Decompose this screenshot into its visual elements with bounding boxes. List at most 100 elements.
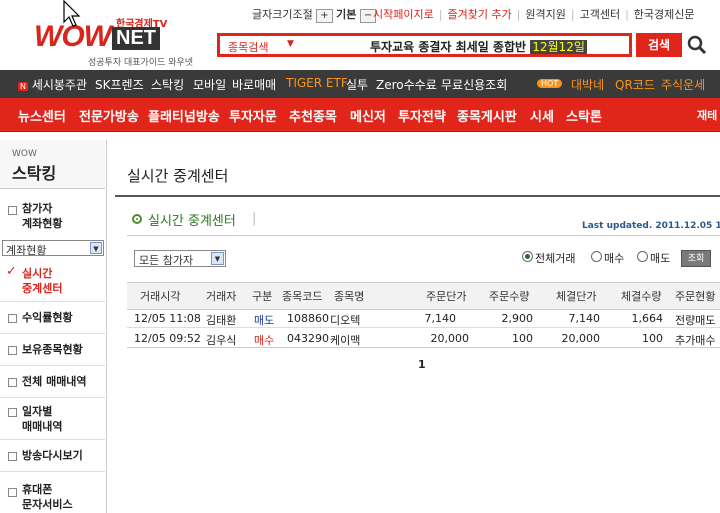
top-menu-bar: N 세시봉주관 SK프렌즈 스탁킹 모바일 바로매매 TIGER ETF 실투 …: [0, 70, 720, 98]
chevron-down-icon[interactable]: ▼: [90, 242, 102, 254]
search-promo-text[interactable]: 투자교육 종결자 최세일 종합반 12월12일: [370, 38, 587, 55]
cell-exec-price: 7,140: [568, 312, 601, 325]
sidebar-bullet-icon: [8, 346, 17, 355]
pagination-page[interactable]: 1: [418, 358, 426, 371]
nav2-platinum[interactable]: 플래티넘방송: [148, 106, 220, 125]
section-title: 실시간 중계센터: [148, 214, 236, 229]
link-bookmark[interactable]: 즐겨찾기 추가: [447, 8, 511, 21]
sidebar-item-all-trades[interactable]: 전체 매매내역: [0, 366, 105, 398]
sidebar: WOW 스탁킹 참가자 계좌현황 계좌현황 ▼ ✓ 실시간 중계센터 수익률현황…: [0, 140, 107, 513]
link-remote-support[interactable]: 원격지원: [525, 8, 565, 21]
nav2-recommend[interactable]: 추천종목: [289, 106, 337, 125]
nav-item-direct-trade[interactable]: 바로매매: [232, 76, 276, 93]
radio-all-label[interactable]: 전체거래: [535, 250, 575, 266]
nav-item-skfriends[interactable]: SK프렌즈: [95, 76, 144, 93]
cell-name[interactable]: 디오텍: [330, 312, 360, 328]
radio-all[interactable]: [522, 251, 533, 262]
cell-time: 12/05 09:52: [134, 332, 201, 345]
link-start-page[interactable]: 시작페이지로: [373, 8, 434, 21]
sidebar-item-accounts[interactable]: 참가자 계좌현황: [0, 197, 105, 237]
utility-links: 시작페이지로 | 즐겨찾기 추가 | 원격지원 | 고객센터 | 한국경제신문: [373, 8, 695, 21]
title-divider: [115, 195, 720, 197]
cell-trader[interactable]: 김우식: [206, 332, 236, 348]
search-category[interactable]: 종목검색: [228, 39, 268, 55]
font-default-button[interactable]: 기본: [336, 8, 356, 21]
font-plus-button[interactable]: +: [316, 9, 333, 23]
nav2-quotes[interactable]: 시세: [530, 106, 554, 125]
sidebar-wow: WOW: [12, 149, 37, 159]
nav-item-daebak[interactable]: 대박네: [571, 76, 604, 93]
nav-item-zero-fee[interactable]: Zero수수료: [376, 76, 437, 93]
sidebar-item-live-center[interactable]: ✓ 실시간 중계센터: [0, 262, 105, 302]
nav2-board[interactable]: 종목게시판: [457, 106, 517, 125]
nav2-stockloan[interactable]: 스탁론: [566, 106, 602, 125]
nav2-messenger[interactable]: 메신저: [350, 106, 386, 125]
radio-buy[interactable]: [591, 251, 602, 262]
nav2-finance[interactable]: 재테: [697, 107, 717, 123]
hot-badge: HOT: [537, 79, 563, 88]
search-box[interactable]: 종목검색 ▼ 투자교육 종결자 최세일 종합반 12월12일: [217, 33, 632, 57]
last-updated: Last updated. 2011.12.05 11:18: [582, 221, 720, 231]
section-separator: |: [252, 211, 257, 226]
main-menu-bar: 뉴스센터 전문가방송 플래티넘방송 투자자문 추천종목 메신저 투자전략 종목게…: [0, 98, 720, 132]
cell-exec-price: 20,000: [561, 332, 601, 345]
radio-sell-label[interactable]: 매도: [650, 250, 670, 266]
search-button[interactable]: 검색: [636, 33, 682, 57]
radio-buy-label[interactable]: 매수: [604, 250, 624, 266]
logo-net[interactable]: NET: [112, 27, 160, 50]
chevron-down-icon[interactable]: ▼: [211, 252, 224, 265]
search-category-arrow-icon[interactable]: ▼: [287, 39, 294, 49]
nav-item-stockking[interactable]: 스탁킹: [151, 76, 184, 93]
col-exec-price: 체결단가: [556, 290, 597, 303]
nav2-expert-broadcast[interactable]: 전문가방송: [79, 106, 139, 125]
nav2-bottom-line: [0, 131, 720, 132]
col-status: 주문현황: [675, 290, 716, 303]
sidebar-bullet-icon: [8, 452, 17, 461]
nav-item-qrcode[interactable]: QR코드: [615, 76, 655, 93]
nav-item-sesibong[interactable]: N 세시봉주관: [18, 76, 87, 93]
sidebar-bullet-icon: [8, 488, 17, 497]
magnifier-icon[interactable]: [686, 34, 708, 56]
nav-item-mobile[interactable]: 모바일: [193, 76, 226, 93]
font-size-label: 글자크기조절: [252, 8, 313, 21]
link-customer-center[interactable]: 고객센터: [580, 8, 620, 21]
nav2-news-center[interactable]: 뉴스센터: [18, 106, 66, 125]
sidebar-item-label: 전체 매매내역: [22, 375, 87, 388]
cell-trader[interactable]: 김태환: [206, 312, 236, 328]
cell-name[interactable]: 케이맥: [330, 332, 360, 348]
participant-select[interactable]: 모든 참가자 ▼: [134, 250, 226, 267]
col-order-qty: 주문수량: [489, 290, 530, 303]
sidebar-item-sms[interactable]: 휴대폰 문자서비스: [0, 472, 105, 513]
col-time: 거래시각: [140, 290, 181, 303]
col-code: 종목코드: [282, 290, 323, 303]
sidebar-item-label: 일자별 매매내역: [22, 405, 63, 433]
link-hankyung[interactable]: 한국경제신문: [634, 8, 695, 21]
cell-time: 12/05 11:08: [134, 312, 201, 325]
mouse-cursor-icon: [63, 0, 81, 27]
radio-sell[interactable]: [637, 251, 648, 262]
cell-exec-qty: 1,664: [631, 312, 664, 325]
cell-order-qty: 2,900: [501, 312, 534, 325]
col-name: 종목명: [334, 290, 365, 303]
nav2-advisory[interactable]: 투자자문: [229, 106, 277, 125]
cell-status: 추가매수: [675, 334, 716, 347]
row-divider: [127, 327, 720, 328]
cell-type: 매도: [254, 314, 275, 327]
sidebar-bullet-icon: [8, 206, 17, 215]
sidebar-item-daily-trades[interactable]: 일자별 매매내역: [0, 398, 105, 440]
col-trader: 거래자: [206, 290, 237, 303]
nav-item-tiger-etf[interactable]: TIGER ETF: [286, 76, 348, 90]
query-button[interactable]: 조회: [681, 250, 711, 267]
cell-order-qty: 100: [512, 332, 533, 345]
sidebar-item-holdings[interactable]: 보유종목현황: [0, 334, 105, 366]
nav-item-free-credit[interactable]: 무료신용조회: [441, 76, 507, 93]
sidebar-title: 스탁킹: [12, 164, 57, 183]
sidebar-item-returns[interactable]: 수익률현황: [0, 302, 105, 334]
section-bullet-icon: [132, 214, 142, 224]
sidebar-item-replay[interactable]: 방송다시보기: [0, 440, 105, 472]
nav2-strategy[interactable]: 투자전략: [398, 106, 446, 125]
nav-item-realtrade[interactable]: 실투: [346, 76, 368, 93]
nav-item-fortune[interactable]: 주식운세: [661, 76, 705, 93]
sidebar-bullet-icon: [8, 378, 17, 387]
sidebar-account-select[interactable]: 계좌현황 ▼: [2, 240, 104, 257]
